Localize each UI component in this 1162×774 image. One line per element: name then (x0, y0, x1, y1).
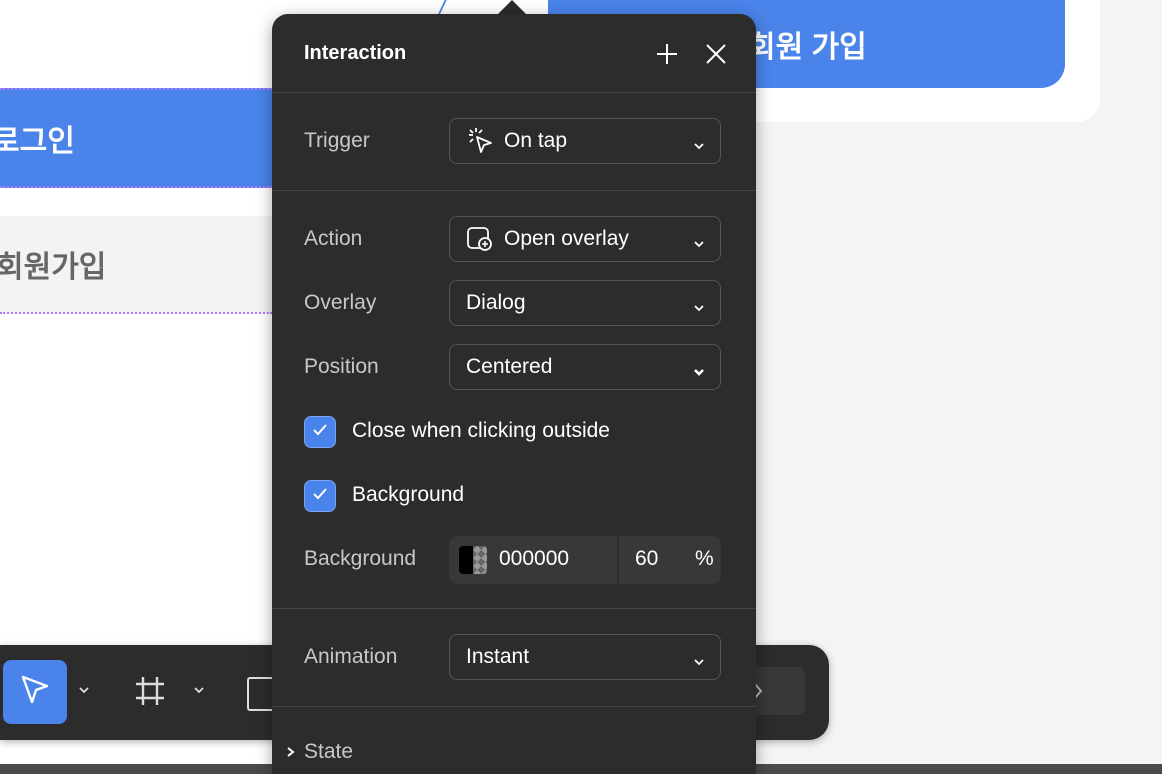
frame-tool-button[interactable] (130, 673, 170, 713)
position-value: Centered (466, 355, 553, 378)
opacity-input[interactable]: 60 (635, 547, 658, 571)
trigger-value: On tap (504, 129, 568, 152)
color-swatch[interactable] (459, 546, 487, 574)
close-outside-label: Close when clicking outside (352, 419, 610, 442)
interaction-panel: Interaction Trigger On tap Action Open o… (272, 14, 756, 774)
checkmark-icon (310, 484, 330, 509)
open-overlay-icon (466, 225, 494, 253)
chevron-down-icon (694, 133, 704, 150)
move-tool-button[interactable] (3, 660, 67, 724)
overlay-label: Overlay (304, 291, 377, 314)
animation-label: Animation (304, 645, 398, 668)
overlay-select[interactable]: Dialog (449, 280, 721, 326)
divider (272, 706, 756, 707)
state-label: State (304, 740, 354, 763)
add-icon[interactable] (654, 41, 680, 67)
action-select[interactable]: Open overlay (449, 216, 721, 262)
background-color-label: Background (304, 547, 417, 570)
frame-icon (133, 674, 167, 713)
chevron-right-icon (286, 746, 302, 758)
action-value: Open overlay (504, 227, 629, 250)
chevron-down-icon (694, 231, 704, 248)
canvas-login-button[interactable]: 로그인 (0, 88, 272, 188)
tap-cursor-icon (466, 127, 494, 155)
background-color-field[interactable]: 000000 60 % (449, 536, 721, 584)
checkmark-icon (310, 420, 330, 445)
chevron-down-icon[interactable] (78, 683, 90, 699)
background-checkbox[interactable] (304, 480, 336, 512)
trigger-select[interactable]: On tap (449, 118, 721, 164)
chevron-down-icon (694, 649, 704, 666)
canvas-signup-top-label: 회원 가입 (748, 31, 867, 64)
divider (272, 608, 756, 609)
canvas-signup-button[interactable]: 회원가입 (0, 216, 272, 314)
position-label: Position (304, 355, 379, 378)
background-toggle-label: Background (352, 483, 465, 506)
percent-unit: % (695, 547, 714, 570)
chevron-down-icon (694, 295, 704, 312)
animation-value: Instant (466, 645, 530, 668)
trigger-label: Trigger (304, 129, 370, 152)
hex-input[interactable]: 000000 (499, 547, 569, 571)
close-icon[interactable] (703, 41, 729, 67)
cursor-arrow-icon (18, 673, 52, 712)
canvas-signup-label: 회원가입 (0, 251, 107, 284)
divider (272, 92, 756, 93)
panel-title: Interaction (304, 42, 407, 64)
chevron-down-icon (694, 359, 704, 376)
animation-select[interactable]: Instant (449, 634, 721, 680)
close-outside-checkbox[interactable] (304, 416, 336, 448)
position-select[interactable]: Centered (449, 344, 721, 390)
canvas-login-label: 로그인 (0, 125, 75, 158)
overlay-value: Dialog (466, 291, 526, 314)
chevron-down-icon[interactable] (193, 683, 205, 699)
state-section-toggle[interactable]: State (286, 740, 353, 764)
divider (272, 190, 756, 191)
action-label: Action (304, 227, 363, 250)
